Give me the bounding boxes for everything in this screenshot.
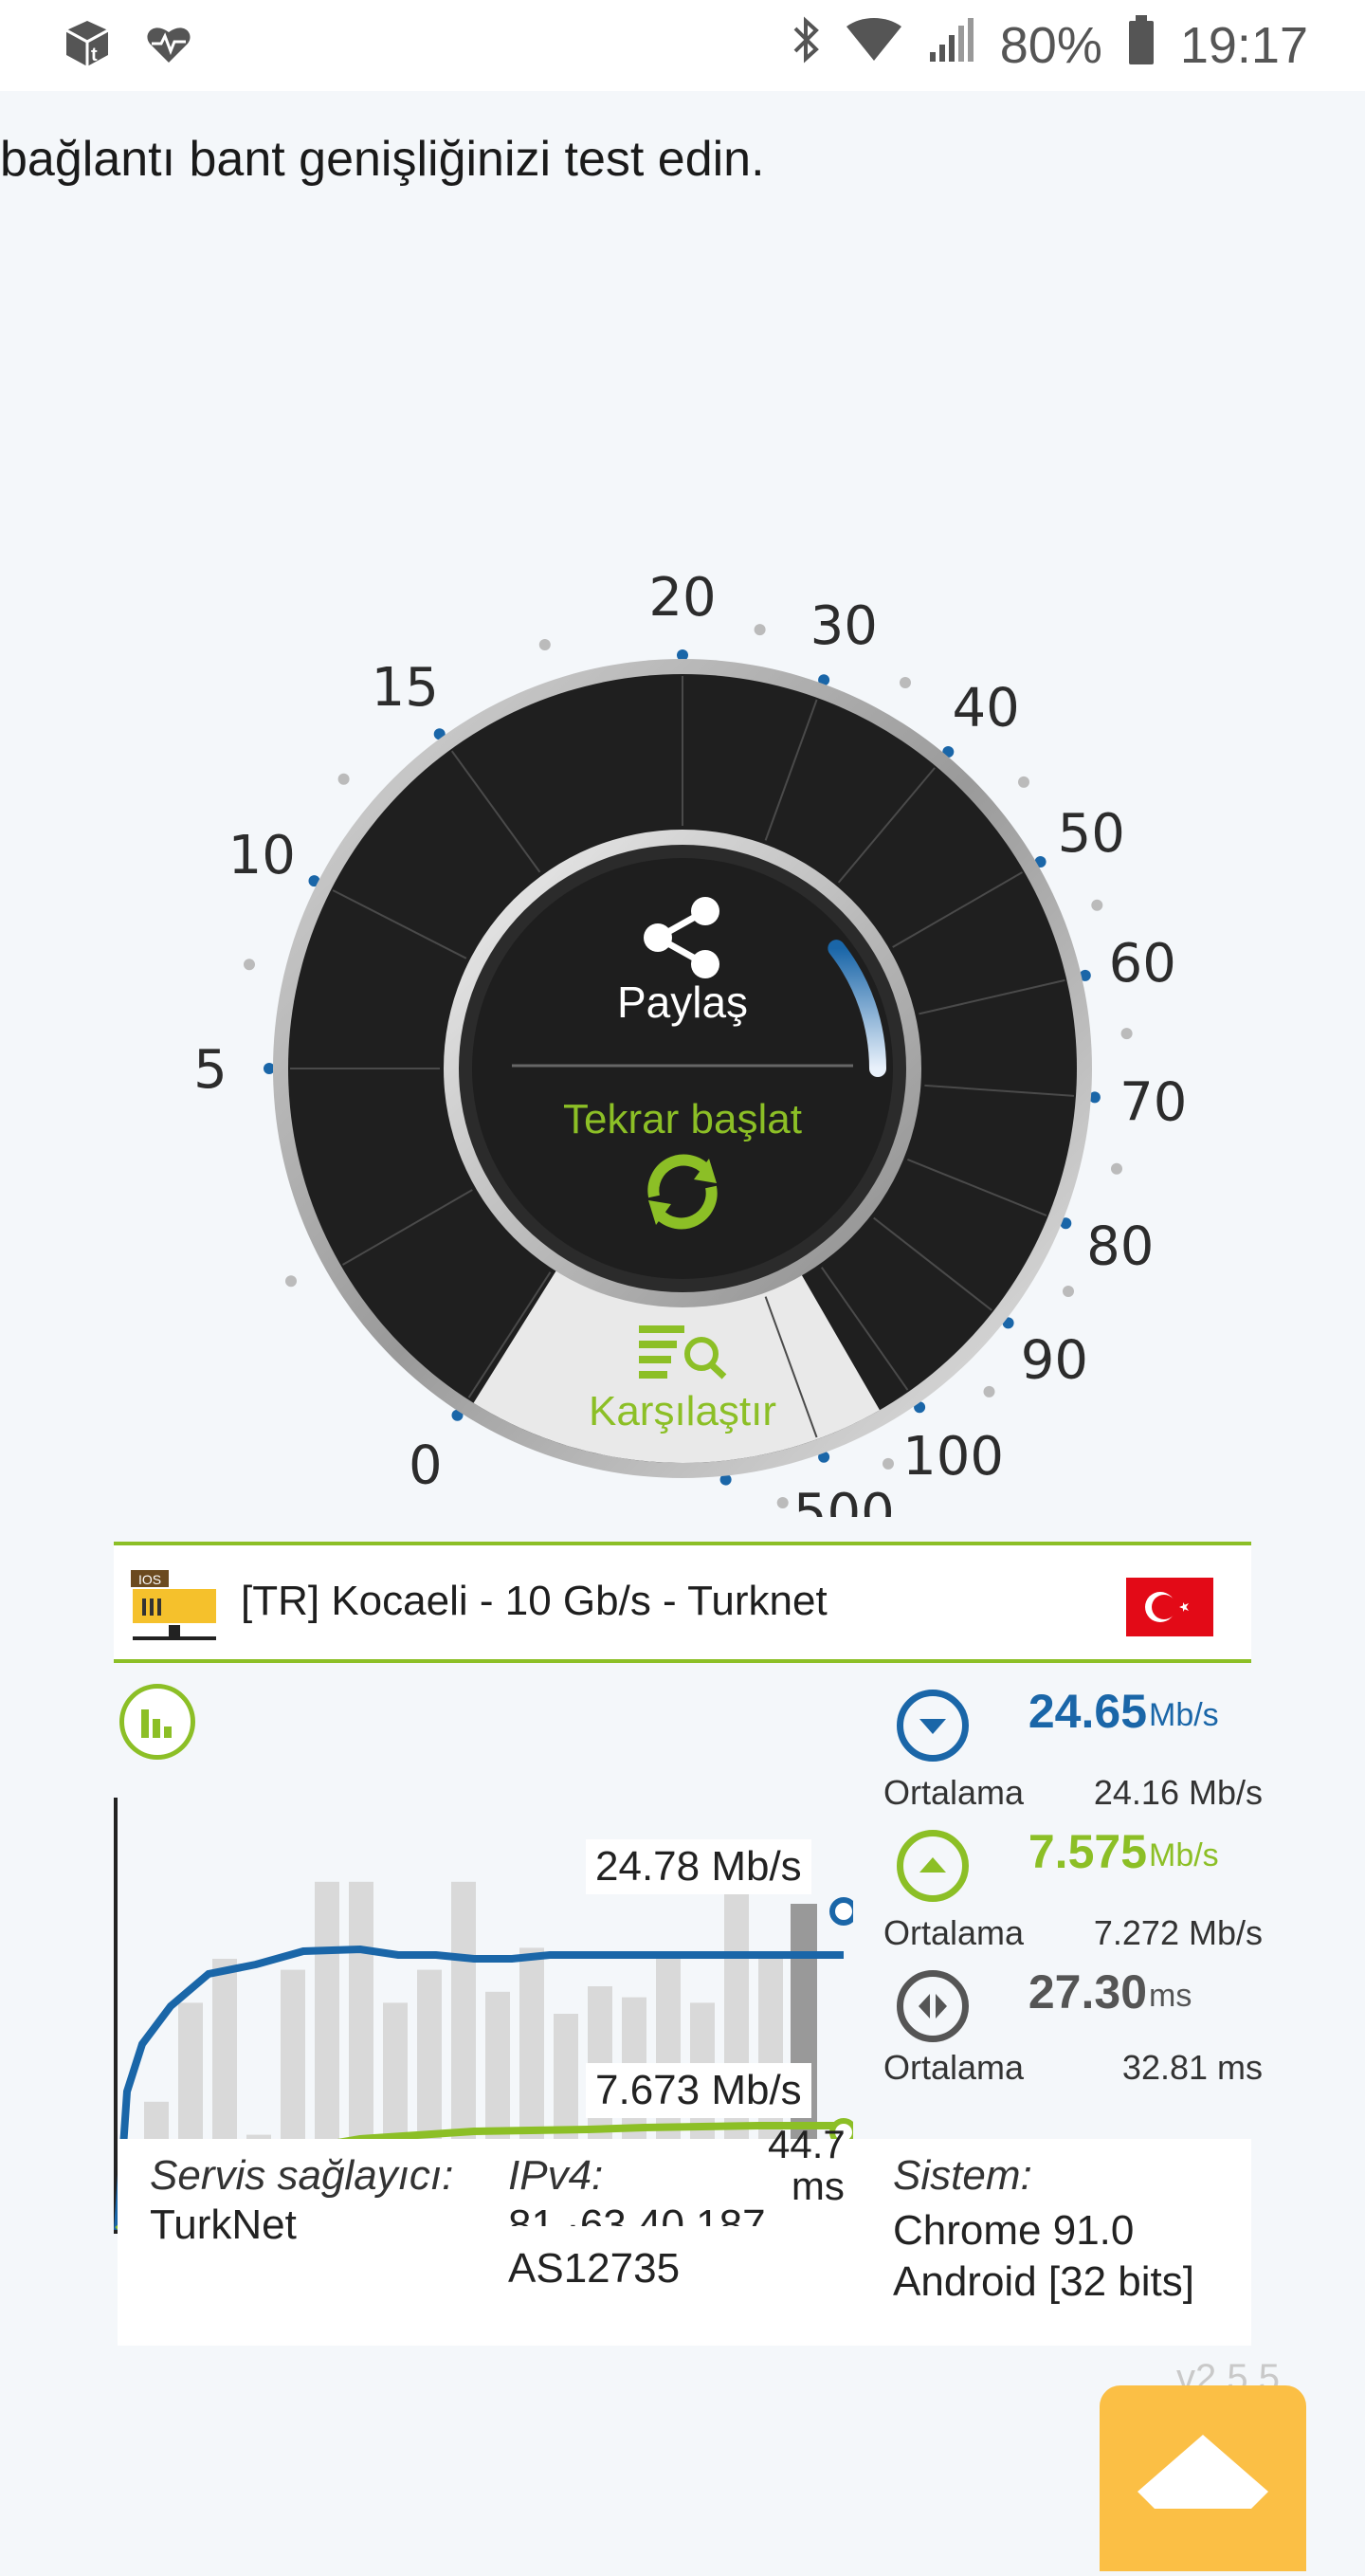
server-name: [TR] Kocaeli - 10 Gb/s - Turknet <box>241 1578 828 1624</box>
gauge-scale-label: 15 <box>372 657 439 719</box>
upload-value: 7.575 <box>1028 1825 1147 1878</box>
system-browser: Chrome 91.0 <box>893 2207 1135 2254</box>
gauge-scale-label: 40 <box>952 678 1019 740</box>
ping-avg-value: 32.81 ms <box>1121 2048 1263 2087</box>
ping-marker: 44.7 ms <box>768 2122 846 2208</box>
gauge-dot <box>900 677 911 688</box>
gauge-scale-label: 0 <box>409 1435 443 1497</box>
gauge-scale-label: 60 <box>1109 933 1176 995</box>
gauge-dot <box>1091 899 1103 911</box>
download-unit: Mb/s <box>1149 1697 1219 1733</box>
gauge-scale-label: 500 <box>793 1483 895 1517</box>
server-icon: IOS <box>131 1570 216 1640</box>
gauge-dot <box>1111 1162 1122 1175</box>
compare-label[interactable]: Karşılaştır <box>589 1388 776 1434</box>
server-row[interactable]: IOS [TR] Kocaeli - 10 Gb/s - Turknet <box>114 1542 1251 1663</box>
system-os: Android [32 bits] <box>893 2258 1194 2305</box>
gauge-scale-label: 70 <box>1119 1072 1187 1134</box>
result-card: IOS [TR] Kocaeli - 10 Gb/s - Turknet 24.… <box>114 1542 1263 2346</box>
gauge-dot <box>337 773 350 785</box>
gauge-scale-label: 90 <box>1021 1330 1088 1392</box>
gauge-dot <box>754 624 766 636</box>
connection-info: 44.7 ms Servis sağlayıcı: TurkNet IPv4: … <box>118 2124 1251 2346</box>
gauge-dot <box>538 639 551 650</box>
download-peak-label: 24.78 Mb/s <box>586 1839 811 1894</box>
gauge-dot <box>244 959 255 971</box>
restart-label[interactable]: Tekrar başlat <box>563 1096 802 1142</box>
upload-stat: 7.575 Mb/s Ortalama 7.272 Mb/s <box>883 1824 1263 1957</box>
gauge-scale-label: 50 <box>1058 803 1125 865</box>
svg-text:IOS: IOS <box>138 1572 161 1587</box>
gauge-scale-label: 20 <box>648 567 716 629</box>
gauge-dot <box>1120 1028 1133 1040</box>
gauge-scale-label: 80 <box>1086 1216 1154 1278</box>
system-heading: Sistem: <box>893 2152 1032 2199</box>
gauge-scale-label: 10 <box>228 825 296 886</box>
provider-heading: Servis sağlayıcı: <box>150 2152 454 2199</box>
gauge-dot <box>285 1275 297 1288</box>
scroll-top-button[interactable] <box>1100 2385 1306 2571</box>
ping-stat: 27.30 ms Ortalama 32.81 ms <box>883 1964 1263 2097</box>
download-icon <box>897 1690 969 1762</box>
provider-value: TurkNet <box>150 2201 297 2248</box>
gauge-dot <box>883 1457 894 1470</box>
speed-gauge: Paylaş Tekrar başlat Karşılaştır 0 5 10 15 2… <box>193 567 1187 1517</box>
gauge-dot <box>1063 1286 1074 1297</box>
ping-unit: ms <box>1149 1978 1192 2014</box>
download-avg-value: 24.16 Mb/s <box>1093 1773 1263 1812</box>
gauge-scale-label: 1Gb <box>678 1508 787 1517</box>
download-value: 24.65 <box>1028 1685 1147 1738</box>
download-stat: 24.65 Mb/s Ortalama 24.16 Mb/s <box>883 1684 1263 1817</box>
turkey-flag-icon <box>1126 1578 1213 1636</box>
gauge-dot <box>983 1385 995 1398</box>
chevron-up-icon <box>1138 2435 1268 2509</box>
ping-avg-label: Ortalama <box>883 2048 1025 2087</box>
gauge-scale-label: 30 <box>810 595 878 657</box>
upload-avg-value: 7.272 Mb/s <box>1093 1913 1263 1952</box>
gauge-scale-label: 100 <box>902 1426 1004 1488</box>
download-avg-label: Ortalama <box>883 1773 1025 1812</box>
asn-value: AS12735 <box>508 2245 681 2292</box>
upload-peak-label: 7.673 Mb/s <box>586 2063 811 2118</box>
ping-icon <box>897 1970 969 2042</box>
stats-panel: 24.65 Mb/s Ortalama 24.16 Mb/s 7.575 Mb/… <box>883 1684 1263 2120</box>
gauge-dot <box>1018 776 1029 788</box>
ip-heading: IPv4: <box>508 2152 604 2199</box>
upload-icon <box>897 1830 969 1902</box>
upload-unit: Mb/s <box>1149 1837 1219 1873</box>
gauge-scale-label: 5 <box>193 1039 228 1101</box>
gauge-dot <box>776 1497 789 1508</box>
share-label[interactable]: Paylaş <box>617 977 748 1027</box>
upload-avg-label: Ortalama <box>883 1913 1025 1952</box>
ip-value: 81.·63.40.187 <box>508 2201 766 2226</box>
